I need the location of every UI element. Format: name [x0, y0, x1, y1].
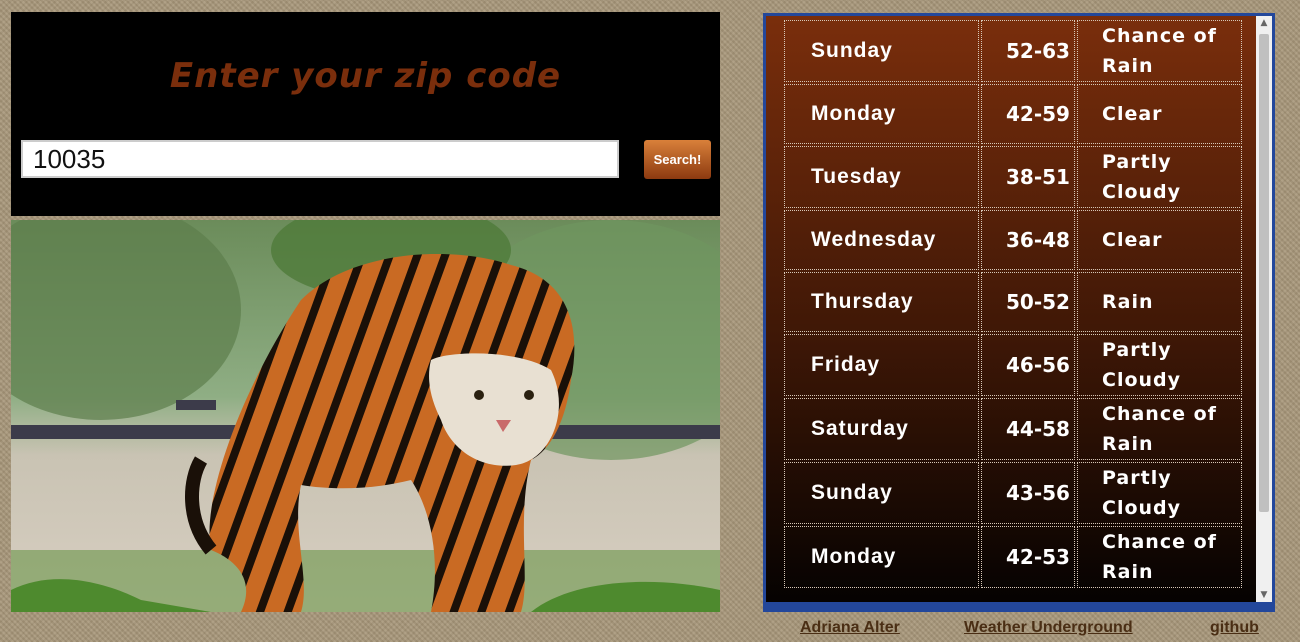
scroll-up-arrow-icon[interactable]: ▲	[1256, 16, 1272, 30]
forecast-day: Thursday	[784, 272, 979, 332]
forecast-row: Sunday 52-63 Chance of Rain	[784, 20, 1242, 82]
forecast-row: Friday 46-56 Partly Cloudy	[784, 334, 1242, 396]
tiger-photo-illustration	[11, 220, 720, 612]
forecast-row: Monday 42-53 Chance of Rain	[784, 526, 1242, 588]
forecast-day: Wednesday	[784, 210, 979, 270]
forecast-day: Sunday	[784, 20, 979, 82]
forecast-table: Sunday 52-63 Chance of Rain Monday 42-59 Clea…	[782, 18, 1244, 590]
forecast-temp: 38-51	[981, 146, 1075, 208]
forecast-panel: Sunday 52-63 Chance of Rain Monday 42-59 Clea…	[763, 13, 1275, 612]
forecast-condition: Partly Cloudy	[1077, 462, 1242, 524]
forecast-row: Thursday 50-52 Rain	[784, 272, 1242, 332]
forecast-day: Monday	[784, 526, 979, 588]
forecast-day: Friday	[784, 334, 979, 396]
forecast-row: Sunday 43-56 Partly Cloudy	[784, 462, 1242, 524]
scroll-down-arrow-icon[interactable]: ▼	[1256, 588, 1272, 602]
search-title: Enter your zip code	[169, 56, 562, 96]
search-button[interactable]: Search!	[644, 140, 711, 179]
forecast-condition: Clear	[1077, 84, 1242, 144]
forecast-condition: Partly Cloudy	[1077, 146, 1242, 208]
forecast-condition: Partly Cloudy	[1077, 334, 1242, 396]
forecast-day: Tuesday	[784, 146, 979, 208]
forecast-condition: Chance of Rain	[1077, 526, 1242, 588]
github-link[interactable]: github	[1210, 619, 1259, 637]
forecast-condition: Chance of Rain	[1077, 398, 1242, 460]
footer-links: Adriana Alter Weather Underground github	[0, 619, 1300, 639]
forecast-day: Saturday	[784, 398, 979, 460]
forecast-condition: Rain	[1077, 272, 1242, 332]
forecast-condition: Clear	[1077, 210, 1242, 270]
search-panel: Enter your zip code Search!	[11, 12, 720, 216]
forecast-temp: 44-58	[981, 398, 1075, 460]
forecast-day: Sunday	[784, 462, 979, 524]
zip-input[interactable]	[21, 140, 619, 178]
forecast-temp: 42-59	[981, 84, 1075, 144]
forecast-temp: 42-53	[981, 526, 1075, 588]
forecast-scrollbar[interactable]: ▲ ▼	[1256, 16, 1272, 602]
forecast-row: Saturday 44-58 Chance of Rain	[784, 398, 1242, 460]
forecast-condition: Chance of Rain	[1077, 20, 1242, 82]
scroll-thumb[interactable]	[1259, 34, 1269, 512]
forecast-row: Tuesday 38-51 Partly Cloudy	[784, 146, 1242, 208]
forecast-row: Monday 42-59 Clear	[784, 84, 1242, 144]
forecast-temp: 52-63	[981, 20, 1075, 82]
forecast-temp: 50-52	[981, 272, 1075, 332]
author-link[interactable]: Adriana Alter	[800, 619, 900, 637]
forecast-day: Monday	[784, 84, 979, 144]
weather-underground-link[interactable]: Weather Underground	[964, 619, 1133, 637]
tiger-image	[11, 220, 720, 612]
forecast-temp: 36-48	[981, 210, 1075, 270]
forecast-temp: 46-56	[981, 334, 1075, 396]
forecast-row: Wednesday 36-48 Clear	[784, 210, 1242, 270]
forecast-temp: 43-56	[981, 462, 1075, 524]
